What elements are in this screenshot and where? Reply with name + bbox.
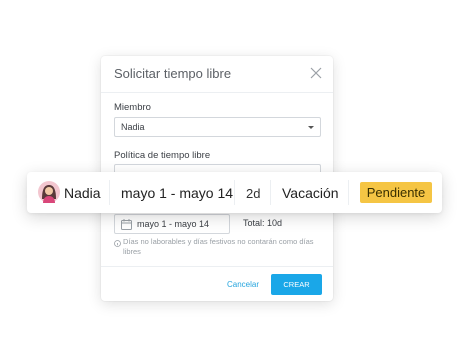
header-divider: [101, 92, 333, 93]
request-date-range: mayo 1 - mayo 14: [121, 185, 234, 201]
time-off-request-card[interactable]: Nadia mayo 1 - mayo 14 2d Vacación Pendi…: [27, 172, 442, 213]
status-badge: Pendiente: [360, 182, 432, 203]
chevron-down-icon: [308, 126, 314, 129]
cancel-button[interactable]: Cancelar: [227, 280, 259, 289]
modal-title: Solicitar tiempo libre: [114, 66, 232, 81]
non-working-days-note: Días no laborables y días festivos no co…: [123, 237, 314, 256]
footer-divider: [101, 266, 333, 267]
calendar-icon: [121, 219, 132, 230]
date-range-value: mayo 1 - mayo 14: [137, 219, 210, 229]
total-days: Total: 10d: [243, 218, 283, 228]
date-range-field[interactable]: mayo 1 - mayo 14: [114, 214, 230, 234]
create-button[interactable]: CREAR: [271, 274, 322, 295]
member-select-value: Nadia: [121, 122, 145, 132]
member-name: Nadia: [64, 185, 101, 201]
member-label: Miembro: [114, 102, 151, 113]
divider: [234, 180, 235, 205]
policy-label: Política de tiempo libre: [114, 150, 211, 161]
avatar: [38, 181, 60, 203]
request-type: Vacación: [282, 185, 339, 201]
info-icon: [114, 240, 121, 247]
divider: [348, 180, 349, 205]
request-days: 2d: [246, 186, 261, 201]
close-icon[interactable]: [310, 67, 322, 79]
divider: [270, 180, 271, 205]
member-select[interactable]: Nadia: [114, 117, 321, 137]
divider: [109, 180, 110, 205]
